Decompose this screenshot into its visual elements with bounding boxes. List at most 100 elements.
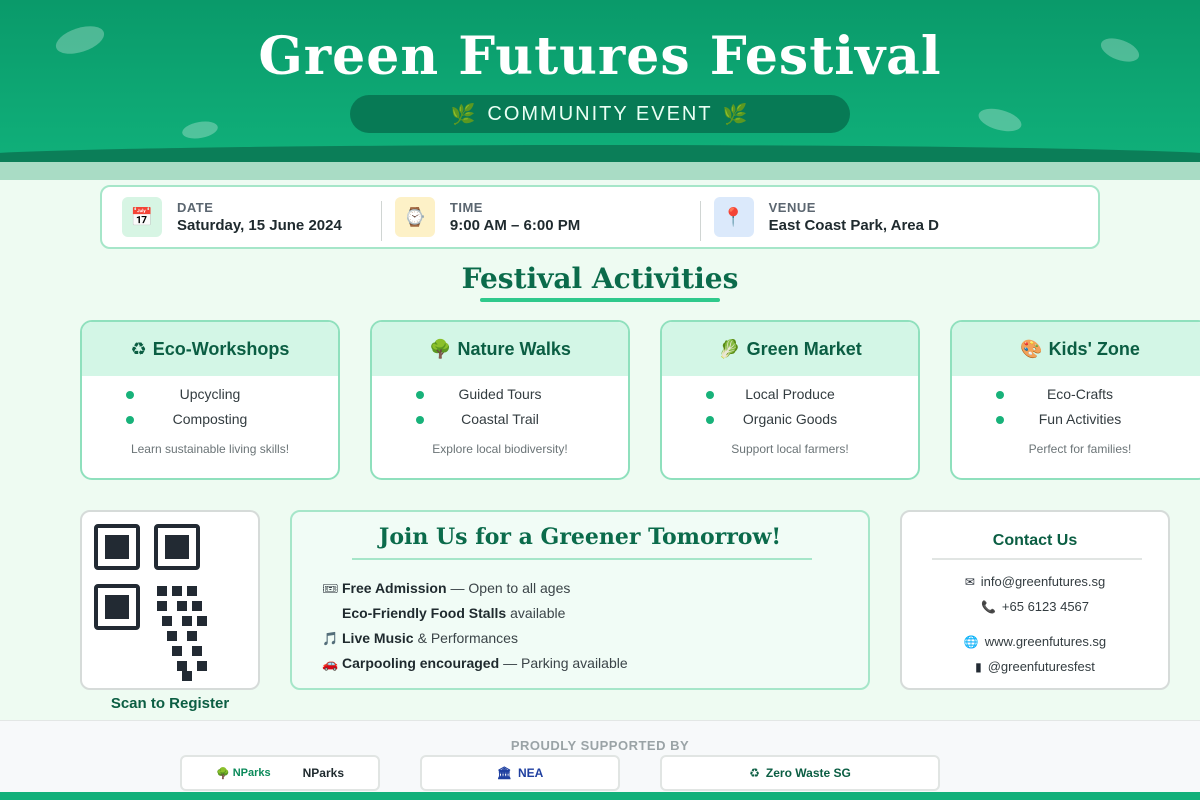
activity-list: Upcycling Composting: [82, 376, 338, 432]
list-item: Local Produce: [662, 382, 918, 407]
header-wave: [0, 145, 1200, 162]
qr-finder: [94, 524, 140, 570]
info-label: TIME: [449, 200, 483, 215]
activity-note: Learn sustainable living skills!: [130, 442, 290, 456]
tree-icon: 🌳: [429, 338, 452, 359]
contact-title: Contact Us: [992, 532, 1078, 549]
qr-module: [162, 616, 172, 626]
qr-module: [192, 601, 202, 611]
list-item: Eco-Crafts: [952, 382, 1200, 407]
activity-list: Eco-Crafts Fun Activities: [952, 376, 1200, 432]
sponsor-nparks[interactable]: 🌳 NParks NParks: [180, 755, 380, 791]
footer-bar: [0, 792, 1200, 800]
list-item: Eco-Friendly Food Stalls available: [322, 601, 628, 626]
activity-card-kids-zone: 🎨 Kids' Zone Eco-Crafts Fun Activities P…: [950, 320, 1200, 480]
info-label: VENUE: [768, 200, 816, 215]
info-value: Saturday, 15 June 2024: [177, 217, 342, 234]
activity-header: 🌳 Nature Walks: [372, 322, 628, 376]
activity-list: Guided Tours Coastal Trail: [372, 376, 628, 432]
sponsor-name: Zero Waste SG: [765, 766, 851, 780]
activity-card-green-market: 🥬 Green Market Local Produce Organic Goo…: [660, 320, 920, 480]
info-venue: 📍 VENUE East Coast Park, Area D: [699, 187, 1098, 247]
page-title: Green Futures Festival: [258, 26, 942, 87]
activity-header: ♻ Eco-Workshops: [82, 322, 338, 376]
join-underline: [352, 558, 812, 560]
contact-email[interactable]: ✉ info@greenfutures.sg: [902, 574, 1168, 589]
list-item: Coastal Trail: [372, 407, 628, 432]
info-value: 9:00 AM – 6:00 PM: [449, 217, 581, 234]
info-time: ⌚ TIME 9:00 AM – 6:00 PM: [380, 187, 700, 247]
leafy-green-icon: 🥬: [718, 338, 741, 359]
activity-card-eco-workshops: ♻ Eco-Workshops Upcycling Composting Lea…: [80, 320, 340, 480]
join-title: Join Us for a Greener Tomorrow!: [378, 524, 782, 550]
join-item-rest: & Performances: [417, 630, 518, 646]
activity-name: Kids' Zone: [1048, 338, 1140, 359]
leaf-icon: 🌿: [450, 103, 478, 126]
join-item-bold: Eco-Friendly Food Stalls: [342, 605, 507, 621]
sponsor-nea[interactable]: 🏛 NEA: [420, 755, 620, 791]
join-list: 🎟 Free Admission — Open to all ages Eco-…: [322, 576, 628, 676]
contact-social[interactable]: ▮ @greenfuturesfest: [902, 659, 1168, 674]
activity-name: Green Market: [746, 338, 862, 359]
info-label: DATE: [177, 200, 214, 215]
nparks-logo: 🌳 NParks: [216, 767, 271, 780]
car-icon: 🚗: [322, 656, 339, 671]
sponsor-name: NEA: [517, 766, 544, 780]
header-banner: Green Futures Festival 🌿 COMMUNITY EVENT…: [0, 0, 1200, 162]
list-item: Fun Activities: [952, 407, 1200, 432]
qr-module: [182, 616, 192, 626]
qr-module: [167, 631, 177, 641]
list-item: Organic Goods: [662, 407, 918, 432]
qr-caption: Scan to Register: [110, 695, 230, 712]
email-text: info@greenfutures.sg: [980, 574, 1106, 589]
palette-icon: 🎨: [1020, 338, 1043, 359]
list-item: Upcycling: [82, 382, 338, 407]
footer: PROUDLY SUPPORTED BY 🌳 NParks NParks 🏛 NE…: [0, 720, 1200, 800]
event-info-bar: 📅 DATE Saturday, 15 June 2024 ⌚ TIME 9:0…: [100, 185, 1100, 249]
phone-text: +65 6123 4567: [1001, 599, 1090, 614]
clock-icon: ⌚: [394, 197, 435, 237]
qr-code[interactable]: [80, 510, 260, 690]
building-icon: 🏛: [496, 766, 512, 780]
contact-phone[interactable]: 📞 +65 6123 4567: [902, 599, 1168, 614]
list-item: 🎟 Free Admission — Open to all ages: [322, 576, 628, 601]
join-item-bold: Free Admission: [342, 580, 447, 596]
leaf-decoration: [976, 104, 1024, 136]
header-strip: [0, 162, 1200, 180]
qr-module: [187, 631, 197, 641]
social-text: @greenfuturesfest: [987, 659, 1095, 674]
qr-module: [177, 661, 187, 671]
sponsor-zero-waste[interactable]: ♻ Zero Waste SG: [660, 755, 940, 791]
leaf-icon: 🌿: [722, 103, 750, 126]
contact-website[interactable]: 🌐 www.greenfutures.sg: [902, 634, 1168, 649]
qr-module: [157, 601, 167, 611]
qr-module: [157, 586, 167, 596]
info-value: East Coast Park, Area D: [768, 217, 939, 234]
activities-underline: [480, 298, 720, 302]
recycle-icon: ♻: [130, 338, 147, 359]
sponsor-name: NParks: [302, 766, 344, 780]
qr-module: [187, 586, 197, 596]
list-item: Guided Tours: [372, 382, 628, 407]
event-type-label: COMMUNITY EVENT: [487, 102, 713, 125]
activities-title: Festival Activities: [461, 262, 739, 295]
join-item-bold: Carpooling encouraged: [342, 655, 500, 671]
join-item-rest: — Parking available: [503, 655, 628, 671]
join-us-panel: Join Us for a Greener Tomorrow! 🎟 Free A…: [290, 510, 870, 690]
qr-finder: [94, 584, 140, 630]
recycle-icon: ♻: [749, 766, 760, 780]
qr-module: [197, 661, 207, 671]
join-item-rest: available: [510, 605, 566, 621]
list-item: 🚗 Carpooling encouraged — Parking availa…: [322, 651, 628, 676]
activity-list: Local Produce Organic Goods: [662, 376, 918, 432]
qr-module: [177, 601, 187, 611]
join-item-bold: Live Music: [342, 630, 414, 646]
activity-name: Nature Walks: [457, 338, 571, 359]
qr-finder: [154, 524, 200, 570]
activity-name: Eco-Workshops: [152, 338, 290, 359]
globe-icon: 🌐: [963, 635, 979, 649]
leaf-decoration: [180, 118, 220, 142]
contact-underline: [932, 558, 1142, 560]
website-text: www.greenfutures.sg: [984, 634, 1107, 649]
activity-card-nature-walks: 🌳 Nature Walks Guided Tours Coastal Trai…: [370, 320, 630, 480]
